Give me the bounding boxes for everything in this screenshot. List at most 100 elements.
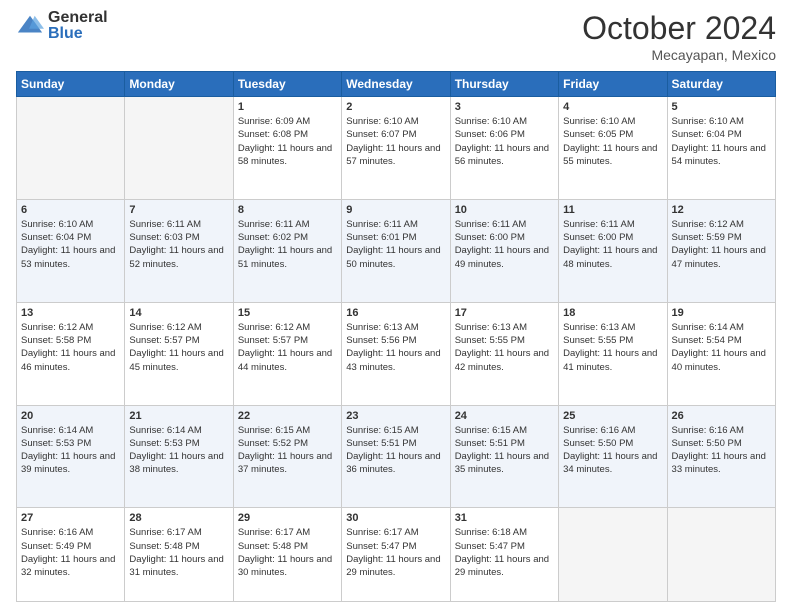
title-block: October 2024 Mecayapan, Mexico <box>582 10 776 63</box>
calendar-cell: 5 Sunrise: 6:10 AM Sunset: 6:04 PM Daylig… <box>667 97 775 200</box>
calendar-cell: 4 Sunrise: 6:10 AM Sunset: 6:05 PM Daylig… <box>559 97 667 200</box>
calendar-cell: 3 Sunrise: 6:10 AM Sunset: 6:06 PM Daylig… <box>450 97 558 200</box>
day-number: 27 <box>21 512 120 524</box>
calendar-cell: 8 Sunrise: 6:11 AM Sunset: 6:02 PM Daylig… <box>233 199 341 302</box>
weekday-header-tuesday: Tuesday <box>233 72 341 97</box>
day-number: 28 <box>129 512 228 524</box>
weekday-header-sunday: Sunday <box>17 72 125 97</box>
day-info: Sunrise: 6:12 AM Sunset: 5:59 PM Dayligh… <box>672 218 771 271</box>
calendar-cell <box>17 97 125 200</box>
calendar-cell: 21 Sunrise: 6:14 AM Sunset: 5:53 PM Dayli… <box>125 405 233 508</box>
calendar-week-row: 1 Sunrise: 6:09 AM Sunset: 6:08 PM Daylig… <box>17 97 776 200</box>
location: Mecayapan, Mexico <box>582 47 776 63</box>
calendar-cell: 26 Sunrise: 6:16 AM Sunset: 5:50 PM Dayli… <box>667 405 775 508</box>
calendar-cell: 2Sunrise: 6:10 AM Sunset: 6:07 PM Daylig… <box>342 97 450 200</box>
day-info: Sunrise: 6:17 AM Sunset: 5:48 PM Dayligh… <box>238 526 337 579</box>
calendar-week-row: 6Sunrise: 6:10 AM Sunset: 6:04 PM Daylig… <box>17 199 776 302</box>
calendar-table: SundayMondayTuesdayWednesdayThursdayFrid… <box>16 71 776 602</box>
day-info: Sunrise: 6:10 AM Sunset: 6:04 PM Dayligh… <box>672 115 771 168</box>
calendar-cell: 18Sunrise: 6:13 AM Sunset: 5:55 PM Dayli… <box>559 302 667 405</box>
calendar-cell: 6Sunrise: 6:10 AM Sunset: 6:04 PM Daylig… <box>17 199 125 302</box>
calendar-cell: 13Sunrise: 6:12 AM Sunset: 5:58 PM Dayli… <box>17 302 125 405</box>
day-number: 13 <box>21 307 120 319</box>
calendar-cell: 20Sunrise: 6:14 AM Sunset: 5:53 PM Dayli… <box>17 405 125 508</box>
calendar-header: SundayMondayTuesdayWednesdayThursdayFrid… <box>17 72 776 97</box>
calendar-cell: 14Sunrise: 6:12 AM Sunset: 5:57 PM Dayli… <box>125 302 233 405</box>
day-info: Sunrise: 6:10 AM Sunset: 6:05 PM Dayligh… <box>563 115 662 168</box>
day-number: 16 <box>346 307 445 319</box>
day-info: Sunrise: 6:11 AM Sunset: 6:02 PM Dayligh… <box>238 218 337 271</box>
calendar-cell <box>125 97 233 200</box>
calendar-cell: 25 Sunrise: 6:16 AM Sunset: 5:50 PM Dayli… <box>559 405 667 508</box>
day-number: 29 <box>238 512 337 524</box>
day-info: Sunrise: 6:17 AM Sunset: 5:47 PM Dayligh… <box>346 526 445 579</box>
day-number: 3 <box>455 101 554 113</box>
calendar-cell: 1 Sunrise: 6:09 AM Sunset: 6:08 PM Daylig… <box>233 97 341 200</box>
calendar-cell <box>559 508 667 602</box>
calendar-cell: 16 Sunrise: 6:13 AM Sunset: 5:56 PM Dayli… <box>342 302 450 405</box>
logo-blue-text: Blue <box>48 26 108 42</box>
calendar-cell: 24 Sunrise: 6:15 AM Sunset: 5:51 PM Dayli… <box>450 405 558 508</box>
day-number: 23 <box>346 410 445 422</box>
month-title: October 2024 <box>582 10 776 47</box>
day-info: Sunrise: 6:16 AM Sunset: 5:49 PM Dayligh… <box>21 526 120 579</box>
day-number: 9 <box>346 204 445 216</box>
day-number: 1 <box>238 101 337 113</box>
day-number: 12 <box>672 204 771 216</box>
day-info: Sunrise: 6:18 AM Sunset: 5:47 PM Dayligh… <box>455 526 554 579</box>
calendar-cell: 11 Sunrise: 6:11 AM Sunset: 6:00 PM Dayli… <box>559 199 667 302</box>
logo: General Blue <box>16 10 108 42</box>
calendar-cell: 7 Sunrise: 6:11 AM Sunset: 6:03 PM Daylig… <box>125 199 233 302</box>
day-number: 18 <box>563 307 662 319</box>
day-number: 19 <box>672 307 771 319</box>
calendar-cell: 30Sunrise: 6:17 AM Sunset: 5:47 PM Dayli… <box>342 508 450 602</box>
day-number: 8 <box>238 204 337 216</box>
day-info: Sunrise: 6:11 AM Sunset: 6:01 PM Dayligh… <box>346 218 445 271</box>
day-info: Sunrise: 6:16 AM Sunset: 5:50 PM Dayligh… <box>563 424 662 477</box>
day-number: 31 <box>455 512 554 524</box>
day-number: 24 <box>455 410 554 422</box>
day-number: 26 <box>672 410 771 422</box>
day-info: Sunrise: 6:15 AM Sunset: 5:51 PM Dayligh… <box>455 424 554 477</box>
logo-icon <box>16 12 44 40</box>
calendar-cell: 12 Sunrise: 6:12 AM Sunset: 5:59 PM Dayli… <box>667 199 775 302</box>
weekday-header-monday: Monday <box>125 72 233 97</box>
weekday-header-thursday: Thursday <box>450 72 558 97</box>
day-number: 5 <box>672 101 771 113</box>
calendar-cell <box>667 508 775 602</box>
page: General Blue October 2024 Mecayapan, Mex… <box>0 0 792 612</box>
weekday-header-saturday: Saturday <box>667 72 775 97</box>
day-number: 7 <box>129 204 228 216</box>
calendar-cell: 22Sunrise: 6:15 AM Sunset: 5:52 PM Dayli… <box>233 405 341 508</box>
calendar-cell: 29 Sunrise: 6:17 AM Sunset: 5:48 PM Dayli… <box>233 508 341 602</box>
day-info: Sunrise: 6:14 AM Sunset: 5:53 PM Dayligh… <box>129 424 228 477</box>
calendar-cell: 9 Sunrise: 6:11 AM Sunset: 6:01 PM Daylig… <box>342 199 450 302</box>
calendar-cell: 10Sunrise: 6:11 AM Sunset: 6:00 PM Dayli… <box>450 199 558 302</box>
day-info: Sunrise: 6:09 AM Sunset: 6:08 PM Dayligh… <box>238 115 337 168</box>
day-info: Sunrise: 6:10 AM Sunset: 6:06 PM Dayligh… <box>455 115 554 168</box>
day-number: 11 <box>563 204 662 216</box>
calendar-cell: 27 Sunrise: 6:16 AM Sunset: 5:49 PM Dayli… <box>17 508 125 602</box>
day-info: Sunrise: 6:10 AM Sunset: 6:04 PM Dayligh… <box>21 218 120 271</box>
day-number: 17 <box>455 307 554 319</box>
day-number: 4 <box>563 101 662 113</box>
day-info: Sunrise: 6:13 AM Sunset: 5:56 PM Dayligh… <box>346 321 445 374</box>
day-info: Sunrise: 6:15 AM Sunset: 5:52 PM Dayligh… <box>238 424 337 477</box>
day-number: 21 <box>129 410 228 422</box>
logo-text: General Blue <box>48 10 108 42</box>
day-info: Sunrise: 6:11 AM Sunset: 6:00 PM Dayligh… <box>563 218 662 271</box>
weekday-header-friday: Friday <box>559 72 667 97</box>
weekday-header-row: SundayMondayTuesdayWednesdayThursdayFrid… <box>17 72 776 97</box>
calendar-cell: 28 Sunrise: 6:17 AM Sunset: 5:48 PM Dayli… <box>125 508 233 602</box>
calendar-cell: 15Sunrise: 6:12 AM Sunset: 5:57 PM Dayli… <box>233 302 341 405</box>
day-number: 10 <box>455 204 554 216</box>
header: General Blue October 2024 Mecayapan, Mex… <box>16 10 776 63</box>
day-info: Sunrise: 6:11 AM Sunset: 6:03 PM Dayligh… <box>129 218 228 271</box>
calendar-cell: 17Sunrise: 6:13 AM Sunset: 5:55 PM Dayli… <box>450 302 558 405</box>
day-info: Sunrise: 6:16 AM Sunset: 5:50 PM Dayligh… <box>672 424 771 477</box>
calendar-cell: 19 Sunrise: 6:14 AM Sunset: 5:54 PM Dayli… <box>667 302 775 405</box>
day-info: Sunrise: 6:17 AM Sunset: 5:48 PM Dayligh… <box>129 526 228 579</box>
day-info: Sunrise: 6:14 AM Sunset: 5:54 PM Dayligh… <box>672 321 771 374</box>
day-number: 25 <box>563 410 662 422</box>
day-number: 2 <box>346 101 445 113</box>
